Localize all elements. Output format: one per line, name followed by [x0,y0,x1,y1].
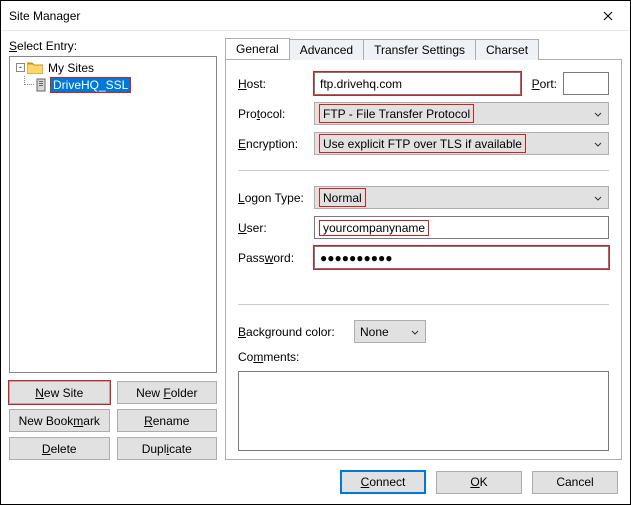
entry-buttons: New Site New Folder New Bookmark Rename … [9,381,217,460]
logon-type-select[interactable]: Normal [314,186,609,209]
tree-root-mysites[interactable]: - My Sites [12,59,214,76]
port-label: Port: [527,77,557,91]
tab-general[interactable]: General [225,38,290,59]
comments-label: Comments: [238,350,609,364]
tab-transfer[interactable]: Transfer Settings [363,39,476,60]
host-input[interactable]: ftp.drivehq.com [314,72,521,95]
bgcolor-select[interactable]: None [354,320,426,343]
chevron-down-icon [594,107,602,121]
select-entry-label: Select Entry: [9,39,217,53]
close-icon [603,11,613,21]
tab-bar: General Advanced Transfer Settings Chars… [225,37,622,59]
chevron-down-icon [594,191,602,205]
dialog-footer: Connect OK Cancel [1,460,630,504]
encryption-label: Encryption: [238,137,308,151]
logon-type-label: Logon Type: [238,191,308,205]
right-panel: General Advanced Transfer Settings Chars… [225,37,622,460]
server-icon [34,78,48,92]
chevron-down-icon [411,325,419,339]
new-bookmark-button[interactable]: New Bookmark [9,409,110,432]
new-site-button[interactable]: New Site [9,381,110,404]
host-label: Host: [238,77,308,91]
password-label: Password: [238,251,308,265]
port-input[interactable] [563,72,609,95]
bgcolor-label: Background color: [238,325,348,339]
protocol-select[interactable]: FTP - File Transfer Protocol [314,102,609,125]
tab-panel-general: Host: ftp.drivehq.com Port: Protocol: FT… [225,59,622,460]
left-panel: Select Entry: - My Sites DriveHQ_SSL [9,37,217,460]
folder-icon [27,61,43,74]
user-label: User: [238,221,308,235]
close-button[interactable] [586,1,630,31]
delete-button[interactable]: Delete [9,437,110,460]
new-folder-button[interactable]: New Folder [117,381,218,404]
encryption-select[interactable]: Use explicit FTP over TLS if available [314,132,609,155]
entry-tree[interactable]: - My Sites DriveHQ_SSL [9,56,217,373]
comments-textarea[interactable] [238,371,609,451]
chevron-down-icon [594,137,602,151]
password-input[interactable]: ●●●●●●●●●● [314,246,609,269]
titlebar: Site Manager [1,1,630,31]
tab-charset[interactable]: Charset [475,39,539,60]
user-input[interactable]: yourcompanyname [314,216,609,239]
collapse-icon[interactable]: - [16,63,25,72]
duplicate-button[interactable]: Duplicate [117,437,218,460]
divider [238,304,609,305]
protocol-label: Protocol: [238,107,308,121]
tree-item-drivehq[interactable]: DriveHQ_SSL [12,76,214,93]
window-title: Site Manager [9,9,586,23]
connect-button[interactable]: Connect [340,470,426,494]
tree-elbow-icon [16,76,34,93]
site-manager-window: Site Manager Select Entry: - My Sites [0,0,631,505]
cancel-button[interactable]: Cancel [532,471,618,494]
rename-button[interactable]: Rename [117,409,218,432]
divider [238,170,609,171]
tab-advanced[interactable]: Advanced [289,39,364,60]
ok-button[interactable]: OK [436,471,522,494]
tree-item-label: DriveHQ_SSL [51,78,130,92]
tree-root-label: My Sites [46,61,96,75]
